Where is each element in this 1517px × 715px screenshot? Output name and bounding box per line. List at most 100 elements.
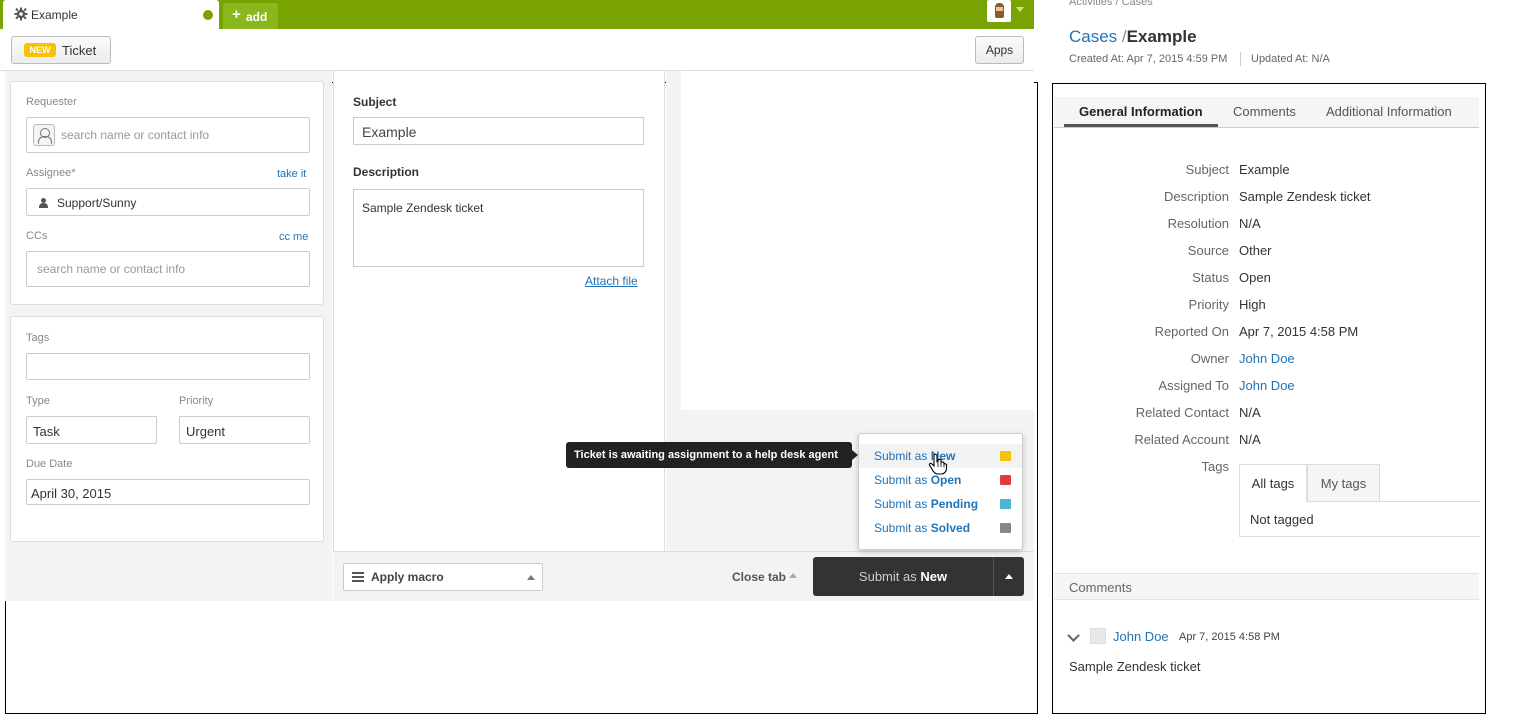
assignee-label: Assignee* bbox=[26, 167, 76, 179]
status-tooltip: Ticket is awaiting assignment to a help … bbox=[566, 442, 858, 468]
subject-label: Subject bbox=[353, 95, 397, 109]
field-value: N/A bbox=[1239, 216, 1261, 231]
status-color-swatch bbox=[1000, 475, 1011, 485]
type-label: Type bbox=[26, 395, 50, 407]
comment-author-link[interactable]: John Doe bbox=[1113, 629, 1169, 644]
apps-button[interactable]: Apps bbox=[975, 36, 1024, 64]
submit-options-toggle[interactable] bbox=[993, 557, 1024, 596]
ticket-tab[interactable]: Example bbox=[3, 0, 219, 29]
all-tags-label: All tags bbox=[1251, 476, 1295, 491]
cases-link[interactable]: Cases bbox=[1069, 27, 1117, 46]
submit-label: Submit as New bbox=[813, 569, 993, 584]
zendesk-ticket-app: Example + add NEW Ticket Apps Requester … bbox=[0, 0, 1040, 715]
due-date-label: Due Date bbox=[26, 458, 73, 470]
updated-at: Updated At: N/A bbox=[1251, 53, 1330, 65]
contact-icon bbox=[33, 124, 55, 146]
ticket-label: Ticket bbox=[62, 43, 97, 58]
description-value: Sample Zendesk ticket bbox=[362, 201, 484, 215]
submit-button[interactable]: Submit as New bbox=[813, 557, 993, 596]
tab-title: Example bbox=[31, 8, 78, 22]
tab-all-tags[interactable]: All tags bbox=[1239, 464, 1307, 502]
priority-select[interactable]: Urgent bbox=[179, 416, 310, 444]
apply-macro-button[interactable]: Apply macro bbox=[343, 563, 543, 591]
tags-input[interactable] bbox=[26, 353, 310, 380]
caret-up-icon bbox=[789, 573, 797, 578]
tab-comments[interactable]: Comments bbox=[1233, 104, 1296, 119]
page-title: Cases /Example bbox=[1069, 27, 1197, 47]
comments-header-label: Comments bbox=[1069, 580, 1132, 595]
owner-link[interactable]: John Doe bbox=[1239, 351, 1295, 366]
case-name: Example bbox=[1126, 27, 1197, 46]
caret-up-icon bbox=[1005, 574, 1013, 579]
tab-my-tags[interactable]: My tags bbox=[1307, 464, 1380, 502]
add-tab-label: add bbox=[246, 10, 268, 24]
option-status: Open bbox=[930, 473, 962, 487]
field-value: High bbox=[1239, 297, 1266, 312]
priority-value: Urgent bbox=[186, 424, 226, 439]
tooltip-text: Ticket is awaiting assignment to a help … bbox=[574, 449, 838, 461]
field-label: Priority bbox=[1188, 297, 1229, 312]
status-color-swatch bbox=[1000, 451, 1011, 461]
comment-body: Sample Zendesk ticket bbox=[1069, 659, 1201, 674]
option-prefix: Submit as bbox=[874, 449, 931, 463]
field-label: Reported On bbox=[1154, 324, 1229, 339]
description-label: Description bbox=[353, 165, 420, 179]
due-date-input[interactable]: April 30, 2015 bbox=[26, 479, 310, 505]
tags-label: Tags bbox=[26, 332, 50, 344]
description-textarea[interactable]: Sample Zendesk ticket bbox=[353, 189, 644, 267]
submit-as-solved-option[interactable]: Submit as Solved bbox=[859, 516, 1022, 540]
apply-macro-label: Apply macro bbox=[371, 570, 444, 584]
field-label: Description bbox=[1163, 189, 1229, 204]
field-label: Related Contact bbox=[1135, 405, 1229, 420]
add-tab-button[interactable]: + add bbox=[223, 3, 278, 29]
field-value: Open bbox=[1239, 270, 1271, 285]
gear-icon bbox=[14, 7, 28, 21]
requester-label: Requester bbox=[26, 96, 77, 108]
chevron-down-icon[interactable] bbox=[1016, 7, 1024, 12]
option-prefix: Submit as bbox=[874, 521, 931, 535]
submit-options-menu: Submit as New Submit as Open Submit as P… bbox=[858, 433, 1023, 550]
tab-additional-information[interactable]: Additional Information bbox=[1326, 104, 1452, 119]
ccs-label: CCs bbox=[26, 230, 48, 242]
priority-label: Priority bbox=[179, 395, 214, 407]
due-date-value: April 30, 2015 bbox=[31, 486, 112, 501]
ccs-input[interactable]: search name or contact info bbox=[26, 251, 310, 287]
field-label: Status bbox=[1192, 270, 1229, 285]
conversation-area bbox=[681, 71, 1034, 410]
tab-general-information[interactable]: General Information bbox=[1079, 104, 1203, 119]
option-label: Submit as Open bbox=[874, 473, 961, 487]
field-value: N/A bbox=[1239, 405, 1261, 420]
ticket-status-button[interactable]: NEW Ticket bbox=[11, 36, 111, 64]
attach-file-link[interactable]: Attach file bbox=[585, 274, 638, 288]
avatar-face bbox=[996, 7, 1003, 11]
submit-status: New bbox=[920, 569, 948, 584]
close-tab-button[interactable]: Close tab bbox=[732, 570, 786, 584]
case-detail-panel bbox=[1052, 83, 1486, 714]
assignee-field[interactable]: Support/Sunny bbox=[26, 188, 310, 216]
subject-value: Example bbox=[362, 124, 417, 140]
subject-input[interactable]: Example bbox=[353, 117, 644, 145]
status-badge: NEW bbox=[24, 43, 56, 57]
option-prefix: Submit as bbox=[874, 473, 931, 487]
field-label: Source bbox=[1187, 243, 1229, 258]
list-icon bbox=[352, 572, 364, 582]
avatar bbox=[1090, 628, 1106, 644]
option-status: Pending bbox=[930, 497, 979, 511]
comment-timestamp: Apr 7, 2015 4:58 PM bbox=[1179, 631, 1280, 643]
breadcrumb[interactable]: Activities / Cases bbox=[1069, 0, 1153, 8]
type-select[interactable]: Task bbox=[26, 416, 157, 444]
meta-divider bbox=[1240, 52, 1241, 66]
requester-input[interactable]: search name or contact info bbox=[26, 117, 310, 153]
cc-me-link[interactable]: cc me bbox=[279, 231, 308, 243]
status-color-swatch bbox=[1000, 523, 1011, 533]
field-value: Apr 7, 2015 4:58 PM bbox=[1239, 324, 1359, 339]
unsaved-dot-icon bbox=[203, 10, 213, 20]
field-label: Resolution bbox=[1167, 216, 1229, 231]
submit-as-pending-option[interactable]: Submit as Pending bbox=[859, 492, 1022, 516]
tags-empty-text: Not tagged bbox=[1250, 512, 1314, 527]
comments-section-header: Comments bbox=[1054, 573, 1479, 600]
assigned-to-link[interactable]: John Doe bbox=[1239, 378, 1295, 393]
user-avatar[interactable] bbox=[987, 0, 1011, 22]
ticket-toolbar: NEW Ticket Apps bbox=[0, 29, 1034, 71]
take-it-link[interactable]: take it bbox=[277, 168, 306, 180]
